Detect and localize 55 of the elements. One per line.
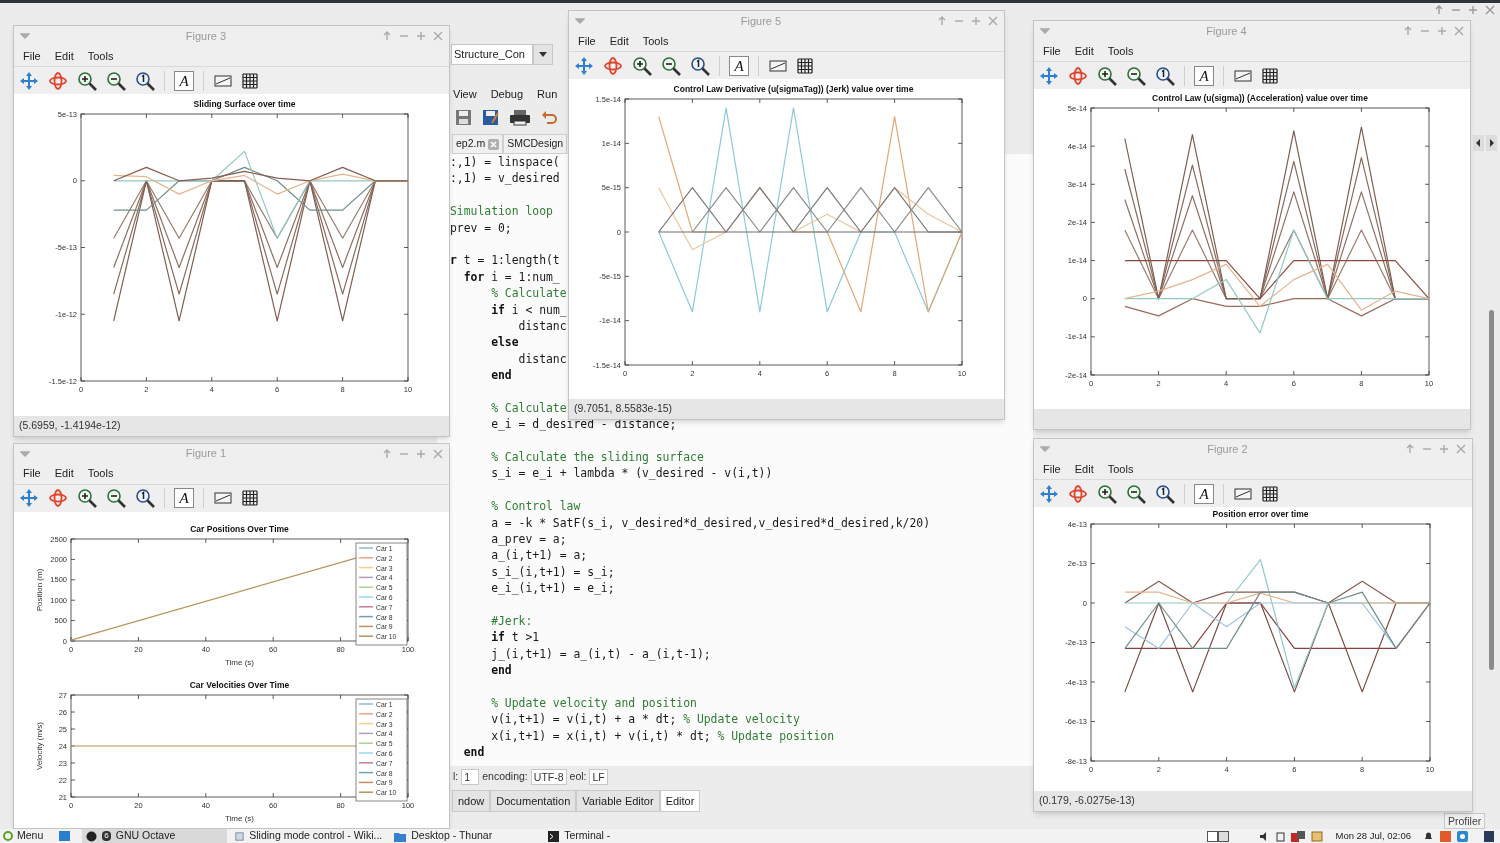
axis-label: Velocity (m/s) — [35, 722, 44, 770]
code-line: a_prev = a; — [490, 531, 567, 548]
chart-title: Car Velocities Over Time — [189, 680, 290, 690]
chart-title: Control Law (u(sigma)) (Acceleration) value over time — [1152, 93, 1368, 104]
code-line: x(i,t+1) = x(i,t) + v(i,t) * dt; % Update position — [490, 727, 835, 745]
code-line: s_i_(i,t+1) = s_i; — [490, 563, 615, 581]
code-line: e_i = d_desired - distance; — [490, 416, 677, 433]
code-line: % Calculate — [490, 399, 567, 417]
code-line: end — [462, 744, 485, 761]
status-field: 1 — [461, 769, 480, 785]
code-line: for i = 1:num_ — [462, 268, 560, 286]
chart-title: Position error over time — [1212, 509, 1309, 520]
code-line: if t >1 — [490, 629, 540, 646]
window-title: Figure 3 — [184, 28, 228, 44]
status-label: encoding: — [482, 769, 528, 785]
window-title: Figure 4 — [1205, 23, 1248, 39]
code-line: j_(i,t+1) = a_(i,t) - a_(i,t-1); — [490, 645, 711, 663]
window-title: Figure 5 — [739, 13, 783, 29]
code-line: % Control law — [490, 498, 581, 515]
code-line: else — [490, 334, 519, 351]
chart-title: Car Positions Over Time — [190, 524, 289, 534]
status-field: UTF-8 — [530, 769, 567, 785]
status-field: LF — [589, 769, 608, 785]
code-line: % Update velocity and position — [490, 694, 697, 712]
window-title: Figure 2 — [1206, 441, 1249, 457]
code-line: v(i,t+1) = v(i,t) + a * dt; % Update velocity — [490, 711, 800, 728]
code-line: a = -k * SatF(s_i, v_desired*d_desired,v_desired*d_desired,k/20) — [490, 514, 931, 531]
code-line: s_i = e_i + lambda * (v_desired - v(i,t)) — [490, 465, 773, 482]
code-line: end — [490, 662, 512, 679]
code-line: % Calculate the sliding surface — [490, 449, 704, 466]
code-line: :,1) = linspace( — [450, 154, 560, 171]
status-label: l: — [453, 769, 459, 785]
code-line: distanc — [517, 317, 567, 335]
code-line: % Calculate — [490, 285, 567, 302]
code-line: if i < num_ — [490, 301, 567, 318]
coordinate-readout: (9.7051, 8.5583e-15) — [574, 401, 673, 417]
coordinate-readout: (0.179, -6.0275e-13) — [1039, 793, 1135, 809]
code-line: r t = 1:length(t — [450, 252, 560, 269]
code-line: :,1) = v_desired — [450, 170, 560, 187]
code-line: e_i_(i,t+1) = e_i; — [490, 580, 615, 597]
axis-label: Time (s) — [225, 658, 254, 667]
window-title: Figure 1 — [184, 446, 228, 462]
window-count-badge: 6 — [102, 831, 111, 841]
chart-title: Sliding Surface over time — [193, 99, 296, 110]
chart-title: Control Law Derivative (u(sigmaTag)) (Jerk) value over time — [673, 84, 914, 95]
code-line: a_(i,t+1) = a; — [490, 547, 588, 564]
axis-label: Position (m) — [35, 568, 44, 612]
code-line: prev = 0; — [450, 219, 512, 236]
code-line: end — [490, 367, 512, 384]
code-line: Simulation loop — [450, 203, 553, 220]
coordinate-readout: (5.6959, -1.4194e-12) — [19, 418, 121, 434]
code-line: #Jerk: — [490, 612, 533, 630]
axis-label: Time (s) — [225, 814, 254, 823]
status-label: eol: — [569, 769, 587, 785]
code-line: distanc — [517, 350, 567, 368]
